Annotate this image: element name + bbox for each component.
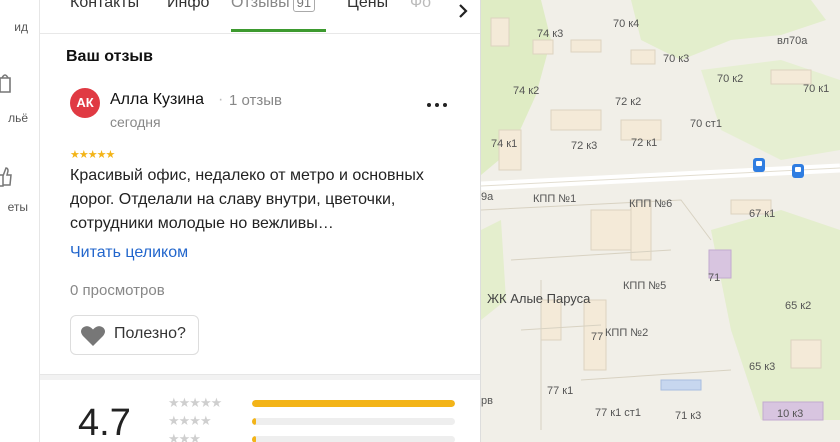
tabs-scroll-right-button[interactable]	[451, 0, 475, 26]
chevron-right-icon	[459, 4, 468, 18]
map-label: 70 к2	[717, 73, 744, 85]
useful-label: Полезно?	[114, 325, 186, 342]
map-view[interactable]: 74 к3 70 к4 вл70а 70 к3 70 к2 74 к2 72 к…	[481, 0, 840, 442]
distribution-bar-fill	[252, 418, 257, 425]
map-label: КПП №6	[629, 198, 673, 210]
distribution-bar-fill	[252, 400, 455, 407]
map-label: 70 к3	[663, 53, 690, 65]
nav-item-1[interactable]: ид	[0, 20, 39, 34]
tab-bar: Контакты Инфо Отзывы 91 Цены Фо	[40, 0, 480, 34]
map-label: 71 к3	[675, 410, 702, 422]
dot-icon	[443, 103, 447, 107]
rating-distribution-row[interactable]: ★★★	[168, 431, 468, 442]
map-label: 65 к2	[785, 300, 812, 312]
bus-stop-icon[interactable]	[792, 164, 804, 178]
more-options-button[interactable]	[425, 94, 449, 114]
map-canvas	[481, 0, 840, 430]
map-label: КПП №1	[533, 193, 577, 205]
nav-item-3[interactable]: еты	[0, 200, 39, 214]
distribution-bar	[252, 418, 455, 425]
distribution-bar	[252, 400, 455, 407]
map-label: 70 к4	[613, 18, 640, 30]
tab-label: Контакты	[70, 0, 140, 11]
tab-contacts[interactable]: Контакты	[70, 0, 139, 12]
review-date: сегодня	[110, 114, 161, 130]
map-label: рв	[481, 395, 493, 407]
place-panel: Контакты Инфо Отзывы 91 Цены Фо Ваш отзыв…	[40, 0, 481, 442]
map-label: 77 к1	[547, 385, 574, 397]
distribution-stars: ★★★★	[168, 413, 212, 428]
map-label: 74 к2	[513, 85, 540, 97]
map-label: 72 к1	[631, 137, 658, 149]
map-label: КПП №5	[623, 280, 667, 292]
map-label: 72 к3	[571, 140, 598, 152]
dot-icon	[427, 103, 431, 107]
store-icon	[0, 74, 11, 93]
review-stars: ★★★★★	[70, 149, 115, 161]
left-nav: ид льё еты	[0, 0, 40, 442]
map-label: 72 к2	[615, 96, 642, 108]
tab-label: Отзывы	[231, 0, 290, 11]
author-review-count: 1 отзыв	[229, 92, 283, 109]
nav-item-label: ид	[14, 20, 28, 34]
avatar[interactable]: АК	[70, 88, 100, 118]
tab-prices[interactable]: Цены	[347, 0, 388, 12]
tab-label: Инфо	[167, 0, 210, 11]
distribution-bar-fill	[252, 436, 257, 442]
map-label: 65 к3	[749, 361, 776, 373]
useful-button[interactable]: Полезно?	[70, 315, 199, 355]
section-divider	[40, 374, 480, 380]
tab-label: Цены	[347, 0, 389, 11]
distribution-stars: ★★★★★	[168, 395, 222, 410]
map-label: ЖК Алые Паруса	[487, 291, 591, 306]
author-name[interactable]: Алла Кузина	[110, 91, 204, 109]
map-label: 77 к1 ст1	[595, 407, 641, 419]
map-label: 67 к1	[749, 208, 776, 220]
your-review-heading: Ваш отзыв	[66, 48, 153, 65]
map-label: 74 к1	[491, 138, 518, 150]
rating-distribution-row[interactable]: ★★★★	[168, 413, 468, 430]
map-label: 10 к3	[777, 408, 804, 420]
active-tab-indicator	[231, 29, 326, 32]
distribution-stars: ★★★	[168, 431, 201, 442]
map-label: КПП №2	[605, 327, 649, 339]
bus-stop-icon[interactable]	[753, 158, 765, 172]
views-count: 0 просмотров	[70, 282, 165, 299]
overall-rating: 4.7	[78, 402, 131, 442]
read-more-link[interactable]: Читать целиком	[70, 244, 188, 262]
thumbs-up-icon	[0, 167, 12, 187]
map-label: 70 ст1	[690, 118, 722, 130]
reviews-count-badge: 91	[292, 0, 316, 12]
map-label: 74 к3	[537, 28, 564, 40]
heart-icon	[81, 326, 105, 346]
rating-distribution-row[interactable]: ★★★★★	[168, 395, 468, 412]
nav-item-label: льё	[8, 111, 28, 125]
nav-item-label: еты	[7, 200, 28, 214]
nav-item-2[interactable]: льё	[0, 111, 39, 125]
map-label: 71	[708, 272, 721, 284]
map-label: 9а	[481, 191, 494, 203]
tab-info[interactable]: Инфо	[167, 0, 209, 12]
map-label: 70 к1	[803, 83, 830, 95]
review-text: Красивый офис, недалеко от метро и основ…	[70, 167, 424, 232]
map-label: 77	[591, 331, 604, 343]
dot-icon	[435, 103, 439, 107]
tab-photos[interactable]: Фо	[410, 0, 431, 12]
distribution-bar	[252, 436, 455, 442]
author-separator: ·	[218, 91, 224, 108]
map-label: вл70а	[777, 35, 808, 47]
tab-label: Фо	[410, 0, 432, 11]
tab-reviews[interactable]: Отзывы 91	[231, 0, 316, 12]
